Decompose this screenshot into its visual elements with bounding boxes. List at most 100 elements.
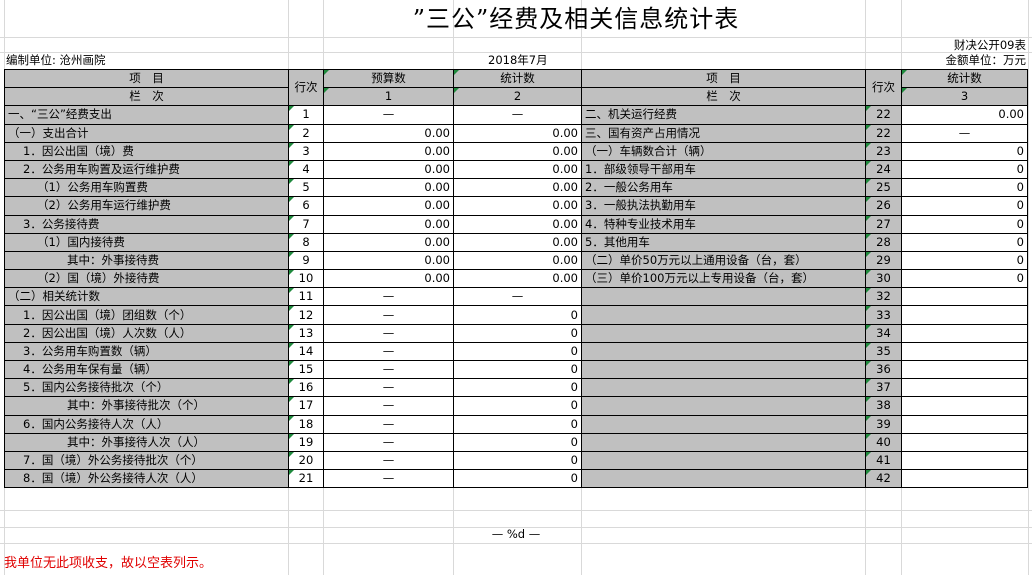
row-item-label-right: （一）车辆数合计（辆） xyxy=(581,141,866,161)
table-row: 1．因公出国（境）费 3 0.00 0.00 （一）车辆数合计（辆） 23 0 xyxy=(4,141,1028,161)
table-row: 2．公务用车购置及运行维护费 4 0.00 0.00 1．部级领导干部用车 24 0 xyxy=(4,159,1028,180)
row-line-number: 19 xyxy=(288,432,324,452)
row-stat-value-right: — xyxy=(901,123,1028,143)
row-item-label-right xyxy=(581,305,866,325)
row-stat-value: 0.00 xyxy=(453,250,582,271)
gridline xyxy=(1028,0,1029,575)
row-line-number-right: 35 xyxy=(865,341,902,362)
header-stat-index: 2 xyxy=(453,87,582,107)
row-item-label-right: 1．部级领导干部用车 xyxy=(581,159,866,180)
table-row: （二）相关统计数 11— —32 xyxy=(4,287,1028,307)
row-item-label: 6．国内公务接待人次（人） xyxy=(4,414,289,434)
row-item-label-right xyxy=(581,378,866,398)
row-line-number-right: 23 xyxy=(865,141,902,161)
row-item-label: 2．因公出国（境）人次数（人） xyxy=(4,323,289,343)
row-stat-value-right: 0 xyxy=(901,232,1028,252)
row-stat-value: — xyxy=(453,287,582,307)
row-item-label: 5．国内公务接待批次（个） xyxy=(4,378,289,398)
report-period: 2018年7月 xyxy=(488,53,548,67)
row-item-label: 一、“三公”经费支出 xyxy=(4,105,289,125)
row-stat-value: 0 xyxy=(453,396,582,416)
row-line-number-right: 38 xyxy=(865,396,902,416)
row-line-number-right: 22 xyxy=(865,105,902,125)
row-budget-value: — xyxy=(323,432,454,452)
row-stat-value-right xyxy=(901,469,1028,489)
row-stat-value: 0 xyxy=(453,341,582,362)
row-item-label-right xyxy=(581,432,866,452)
row-budget-value: 0.00 xyxy=(323,159,454,180)
row-line-number: 8 xyxy=(288,232,324,252)
row-item-label: 3．公务接待费 xyxy=(4,214,289,234)
gridline xyxy=(0,37,1032,38)
row-stat-value-right: 0 xyxy=(901,159,1028,180)
row-budget-value: — xyxy=(323,450,454,471)
row-stat-value: 0.00 xyxy=(453,232,582,252)
row-line-number-right: 34 xyxy=(865,323,902,343)
row-line-number: 18 xyxy=(288,414,324,434)
row-stat-value: 0 xyxy=(453,469,582,489)
row-stat-value-right: 0 xyxy=(901,269,1028,289)
row-stat-value: 0 xyxy=(453,378,582,398)
gridline xyxy=(0,510,1032,511)
row-line-number: 20 xyxy=(288,450,324,471)
row-stat-value-right xyxy=(901,396,1028,416)
row-item-label: 7．国（境）外公务接待批次（个） xyxy=(4,450,289,471)
row-budget-value: 0.00 xyxy=(323,123,454,143)
table-row: 1．因公出国（境）团组数（个） 12—0 33 xyxy=(4,305,1028,325)
money-unit: 金额单位：万元 xyxy=(945,53,1027,67)
header-row: 项 目 行次 预算数 统计数 项 目 行次 统计数 xyxy=(4,68,1028,107)
row-line-number: 1 xyxy=(288,105,324,125)
row-stat-value-right: 0 xyxy=(901,178,1028,198)
row-stat-value: 0.00 xyxy=(453,269,582,289)
header-row-no-right: 行次 xyxy=(865,68,902,107)
row-item-label: 1．因公出国（境）团组数（个） xyxy=(4,305,289,325)
table-row: 7．国（境）外公务接待批次（个） 20—0 41 xyxy=(4,450,1028,471)
row-item-label: （1）国内接待费 xyxy=(4,232,289,252)
row-line-number: 11 xyxy=(288,287,324,307)
row-line-number-right: 33 xyxy=(865,305,902,325)
row-item-label: 3．公务用车购置数（辆） xyxy=(4,341,289,362)
row-line-number: 5 xyxy=(288,178,324,198)
row-item-label-right: 二、机关运行经费 xyxy=(581,105,866,125)
table-row: （2）国（境）外接待费 10 0.00 0.00 （三）单价100万元以上专用设备（台，… xyxy=(4,269,1028,289)
table-row: （1）国内接待费 8 0.00 0.00 5．其他用车 28 0 xyxy=(4,232,1028,252)
row-item-label-right: 5．其他用车 xyxy=(581,232,866,252)
row-stat-value: — xyxy=(453,105,582,125)
row-line-number: 2 xyxy=(288,123,324,143)
table-row: 其中：外事接待人次（人） 19—0 40 xyxy=(4,432,1028,452)
row-item-label: 8．国（境）外公务接待人次（人） xyxy=(4,469,289,489)
table-row: （一）支出合计 2 0.00 0.00 三、国有资产占用情况 22— xyxy=(4,123,1028,143)
row-stat-value: 0 xyxy=(453,432,582,452)
row-line-number: 17 xyxy=(288,396,324,416)
row-stat-value-right xyxy=(901,414,1028,434)
row-item-label-right xyxy=(581,396,866,416)
row-budget-value: — xyxy=(323,287,454,307)
row-item-label-right: 4．特种专业技术用车 xyxy=(581,214,866,234)
row-line-number-right: 30 xyxy=(865,269,902,289)
row-stat-value: 0 xyxy=(453,450,582,471)
table-row: 5．国内公务接待批次（个） 16—0 37 xyxy=(4,378,1028,398)
row-line-number: 3 xyxy=(288,141,324,161)
row-budget-value: 0.00 xyxy=(323,141,454,161)
row-item-label: （1）公务用车购置费 xyxy=(4,178,289,198)
row-stat-value: 0.00 xyxy=(453,214,582,234)
row-item-label: 其中：外事接待人次（人） xyxy=(4,432,289,452)
row-stat-value-right xyxy=(901,378,1028,398)
row-item-label: （一）支出合计 xyxy=(4,123,289,143)
row-line-number-right: 39 xyxy=(865,414,902,434)
row-item-label-right: 3．一般执法执勤用车 xyxy=(581,196,866,216)
row-item-label: 其中：外事接待费 xyxy=(4,250,289,271)
table-row: （2）公务用车运行维护费 6 0.00 0.00 3．一般执法执勤用车 26 0 xyxy=(4,196,1028,216)
row-budget-value: 0.00 xyxy=(323,214,454,234)
row-budget-value: 0.00 xyxy=(323,250,454,271)
row-line-number-right: 32 xyxy=(865,287,902,307)
row-stat-value-right: 0.00 xyxy=(901,105,1028,125)
row-line-number-right: 41 xyxy=(865,450,902,471)
row-stat-value: 0.00 xyxy=(453,159,582,180)
row-stat-value-right xyxy=(901,323,1028,343)
row-line-number-right: 22 xyxy=(865,123,902,143)
row-item-label: 2．公务用车购置及运行维护费 xyxy=(4,159,289,180)
row-line-number-right: 29 xyxy=(865,250,902,271)
row-stat-value-right: 0 xyxy=(901,141,1028,161)
table-row: 6．国内公务接待人次（人） 18—0 39 xyxy=(4,414,1028,434)
